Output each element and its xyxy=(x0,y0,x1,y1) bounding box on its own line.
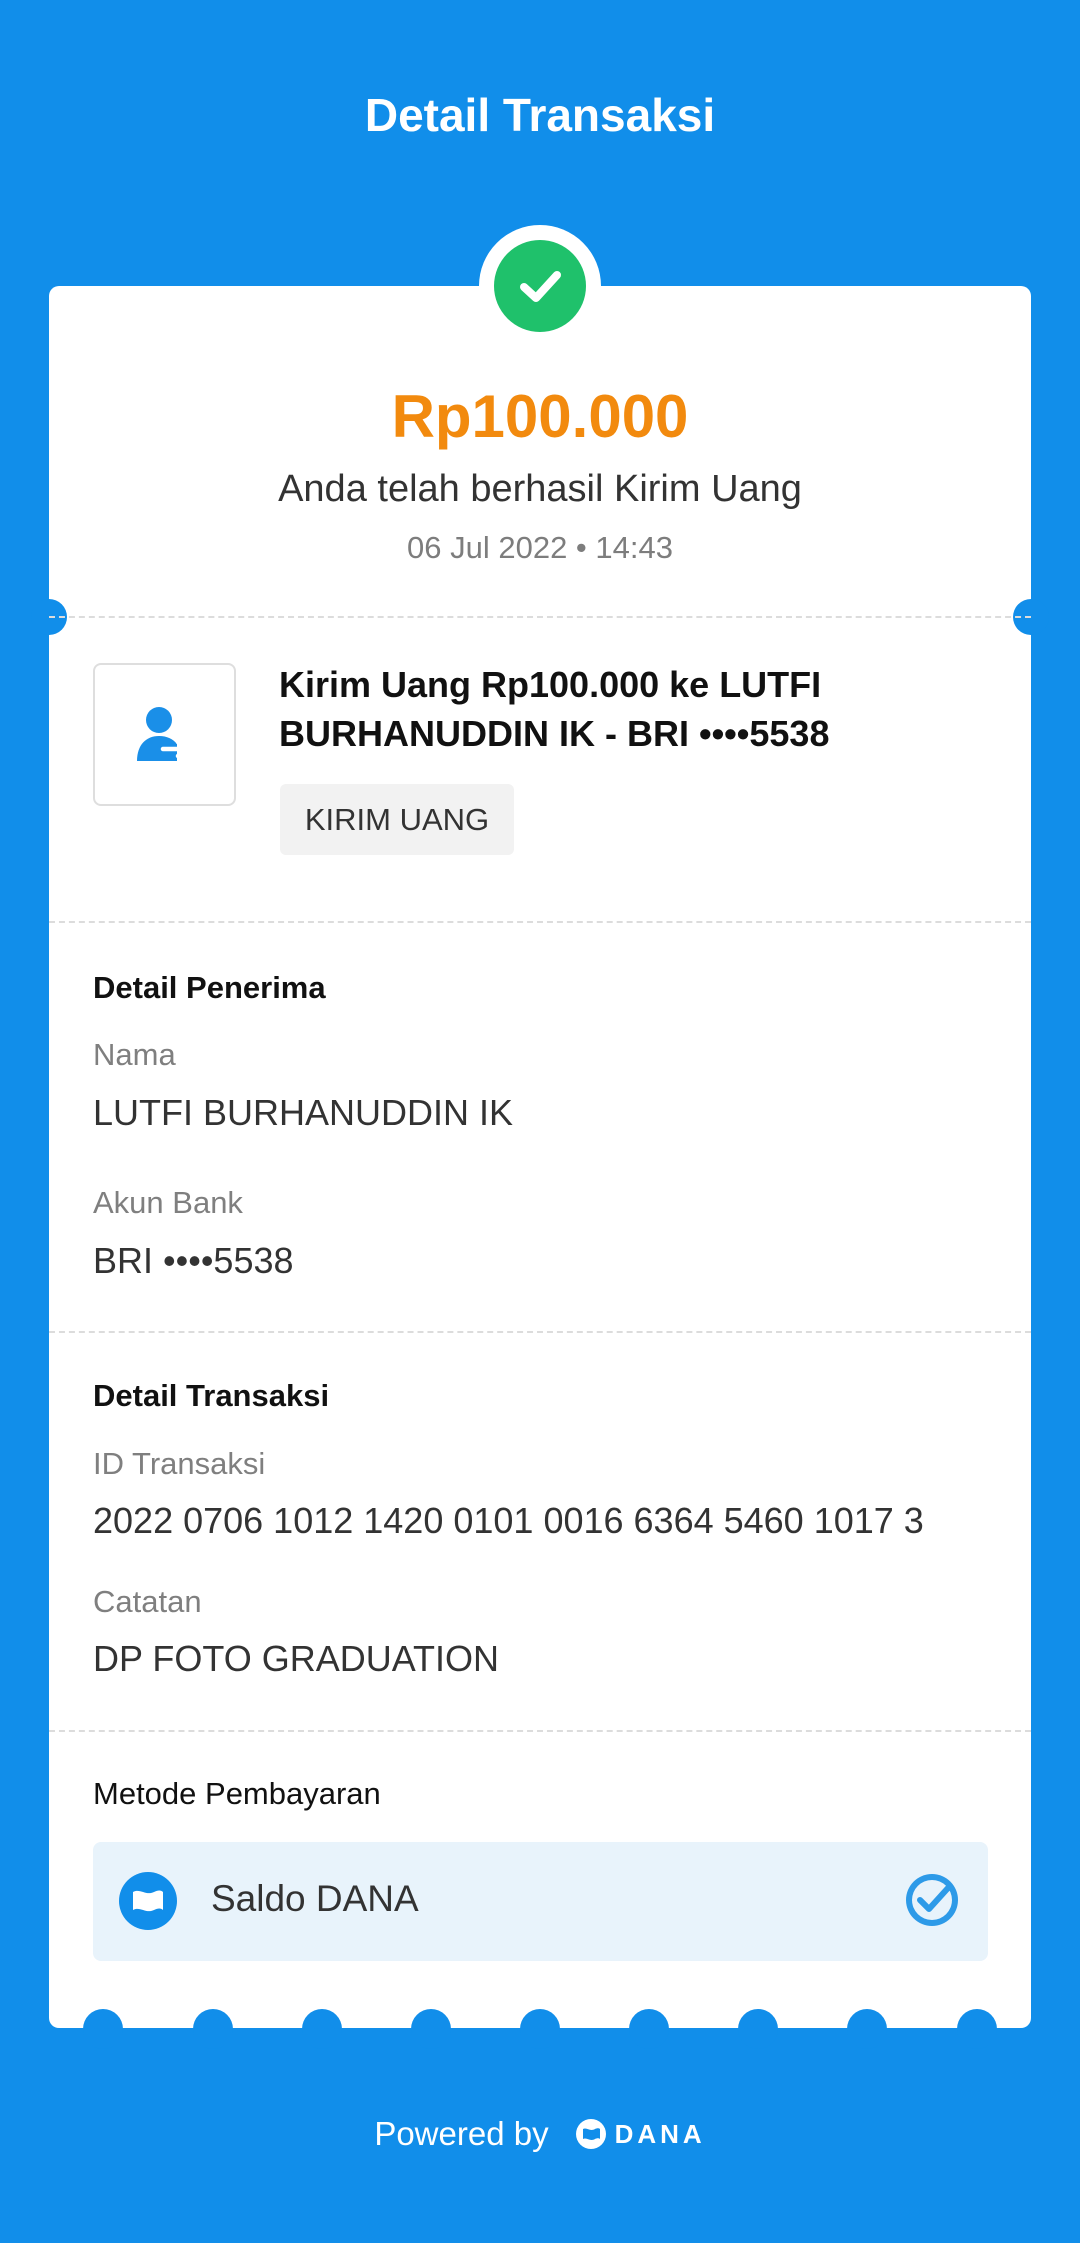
card-scallop xyxy=(83,2009,123,2049)
footer: Powered by DANA xyxy=(0,2110,1080,2158)
recipient-name-label: Nama xyxy=(93,1037,176,1072)
dana-brand-text: DANA xyxy=(614,2118,706,2149)
card-scallop xyxy=(738,2009,778,2049)
card-scallop xyxy=(193,2009,233,2049)
dana-logo: DANA xyxy=(575,2118,706,2150)
check-badge-icon xyxy=(904,1872,960,1928)
divider xyxy=(49,1331,1031,1333)
card-scallop xyxy=(302,2009,342,2049)
card-scallop xyxy=(847,2009,887,2049)
dana-logo-icon xyxy=(575,2119,606,2149)
divider xyxy=(49,921,1031,923)
card-scallop xyxy=(629,2009,669,2049)
divider xyxy=(49,616,1031,618)
recipient-section-title: Detail Penerima xyxy=(93,970,326,1005)
transaction-icon-box xyxy=(93,663,236,806)
recipient-bank-value: BRI ••••5538 xyxy=(93,1240,294,1281)
details-section-title: Detail Transaksi xyxy=(93,1378,330,1413)
transaction-amount: Rp100.000 xyxy=(391,383,689,450)
send-money-icon xyxy=(136,706,188,761)
recipient-name-value: LUTFI BURHANUDDIN IK xyxy=(93,1092,514,1133)
card-scallop xyxy=(411,2009,451,2049)
note-label: Catatan xyxy=(93,1584,202,1619)
note-value: DP FOTO GRADUATION xyxy=(93,1638,500,1679)
payment-method-title: Metode Pembayaran xyxy=(93,1776,381,1811)
card-scallop xyxy=(957,2009,997,2049)
payment-method-label: Saldo DANA xyxy=(211,1878,419,1919)
transaction-datetime: 06 Jul 2022 • 14:43 xyxy=(407,530,673,565)
page-title: Detail Transaksi xyxy=(364,89,716,141)
transaction-id-value: 2022 0706 1012 1420 0101 0016 6364 5460 … xyxy=(93,1500,924,1541)
success-badge xyxy=(479,225,601,347)
transaction-title: Kirim Uang Rp100.000 ke LUTFI BURHANUDDI… xyxy=(279,664,830,754)
recipient-bank-label: Akun Bank xyxy=(93,1185,243,1220)
payment-method-option[interactable]: Saldo DANA xyxy=(93,1842,988,1961)
status-text: Anda telah berhasil Kirim Uang xyxy=(278,468,802,510)
transaction-id-label: ID Transaksi xyxy=(93,1446,266,1481)
powered-by-label: Powered by xyxy=(374,2115,549,2152)
divider xyxy=(49,1730,1031,1732)
transaction-type-tag: KIRIM UANG xyxy=(280,784,514,855)
check-circle-icon xyxy=(494,240,586,332)
card-scallop xyxy=(520,2009,560,2049)
dana-wallet-icon xyxy=(119,1872,177,1930)
